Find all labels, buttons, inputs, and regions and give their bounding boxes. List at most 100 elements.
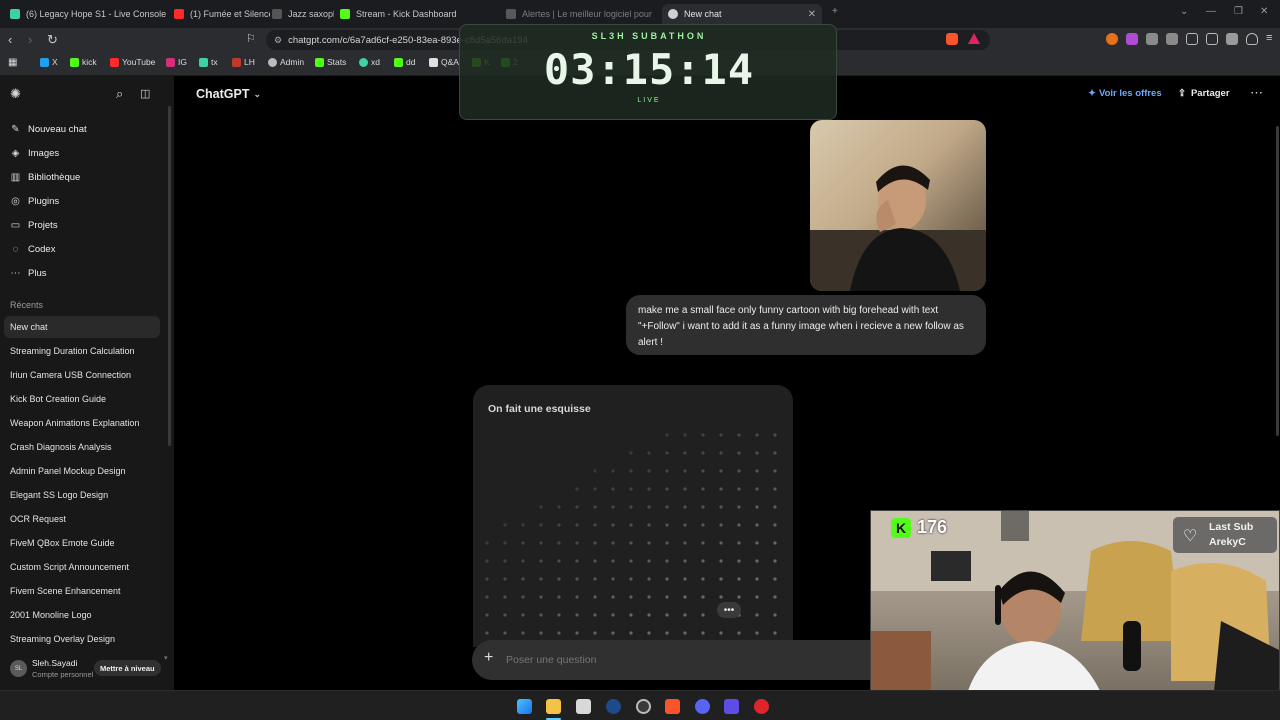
bookmark-ig[interactable]: IG	[166, 57, 187, 67]
nav-plugins[interactable]: ◎ Plugins	[10, 190, 160, 212]
sidebar-toggle-icon[interactable]	[1186, 33, 1198, 45]
share-button[interactable]: ⇪ Partager	[1178, 88, 1230, 99]
forward-icon[interactable]: ›	[28, 32, 32, 47]
user-profile-row[interactable]: SL Sleh.Sayadi Compte personnel Mettre à…	[0, 656, 174, 686]
recent-chat-item[interactable]: Elegant SS Logo Design	[4, 484, 160, 506]
loading-dot	[647, 541, 651, 545]
recent-chat-item[interactable]: Streaming Duration Calculation	[4, 340, 160, 362]
recent-chat-item[interactable]: Streaming Overlay Design	[4, 628, 160, 650]
bookmark-icon[interactable]: ⚐	[246, 32, 256, 45]
brave-rewards-icon[interactable]	[968, 33, 980, 44]
add-attachment-icon[interactable]: +	[484, 649, 493, 667]
recent-chat-item[interactable]: New chat	[4, 316, 160, 338]
discord-icon[interactable]	[695, 699, 710, 714]
kick-icon	[340, 9, 350, 19]
tab-label: (6) Legacy Hope S1 - Live Console	[26, 9, 167, 19]
loading-dot	[719, 577, 723, 581]
bookmark-lh[interactable]: LH	[232, 57, 255, 67]
bookmark-qa[interactable]: Q&A	[429, 57, 459, 67]
extension-icon[interactable]	[1126, 33, 1138, 45]
model-selector[interactable]: ChatGPT ⌄	[196, 87, 261, 101]
recent-chat-item[interactable]: Admin Panel Mockup Design	[4, 460, 160, 482]
nav-images[interactable]: ◈ Images	[10, 142, 160, 164]
brave-icon[interactable]	[665, 699, 680, 714]
bookmark-xd[interactable]: xd	[359, 57, 380, 67]
loading-dot	[575, 595, 579, 599]
recent-chat-item[interactable]: 2001 Monoline Logo	[4, 604, 160, 626]
main-scrollbar[interactable]	[1276, 126, 1279, 436]
user-plan: Compte personnel	[32, 670, 94, 679]
bookmark-youtube[interactable]: YouTube	[110, 57, 155, 67]
vpn-icon[interactable]	[1246, 33, 1258, 45]
openai-logo-icon[interactable]: ✺	[10, 86, 21, 102]
minimize-icon[interactable]: —	[1206, 6, 1216, 17]
nav-codex[interactable]: ◌ Codex	[10, 238, 160, 260]
recent-chat-item[interactable]: OCR Request	[4, 508, 160, 530]
windows-icon[interactable]	[517, 699, 532, 714]
tab-kick-dashboard[interactable]: Stream - Kick Dashboard	[340, 4, 490, 24]
bookmark-tx[interactable]: tx	[199, 57, 218, 67]
sidebar-toggle-icon[interactable]: ◫	[140, 87, 150, 100]
tab-legacy-hope[interactable]: (6) Legacy Hope S1 - Live Console	[10, 4, 170, 24]
bookmark-kick[interactable]: kick	[70, 57, 97, 67]
leo-icon[interactable]	[1226, 33, 1238, 45]
more-options-icon[interactable]: ⋯	[1250, 85, 1263, 101]
app-icon[interactable]	[576, 699, 591, 714]
composer[interactable]: +	[472, 640, 892, 680]
tab-youtube[interactable]: (1) Fumée et Silence	[174, 4, 270, 24]
new-tab-icon[interactable]: +	[832, 6, 838, 17]
apps-grid-icon[interactable]: ▦	[8, 57, 17, 68]
nav-bibliotheque[interactable]: ▥ Bibliothèque	[10, 166, 160, 188]
loading-dot	[485, 541, 489, 545]
obs-icon[interactable]	[636, 699, 651, 714]
close-tab-icon[interactable]: ✕	[808, 9, 816, 20]
recent-chat-item[interactable]: Fivem Scene Enhancement	[4, 580, 160, 602]
nav-projets[interactable]: ▭ Projets	[10, 214, 160, 236]
recent-chat-item[interactable]: FiveM QBox Emote Guide	[4, 532, 160, 554]
bookmark-admin[interactable]: Admin	[268, 57, 304, 67]
search-icon[interactable]: ⌕	[116, 86, 123, 102]
loading-dot	[539, 577, 543, 581]
maximize-icon[interactable]: ❐	[1234, 6, 1243, 17]
puzzle-icon[interactable]	[1146, 33, 1158, 45]
loading-dot	[575, 523, 579, 527]
wallet-icon[interactable]	[1206, 33, 1218, 45]
loading-dot	[629, 541, 633, 545]
extension-icon[interactable]	[1166, 33, 1178, 45]
bookmark-dd[interactable]: dd	[394, 57, 415, 67]
vs-icon[interactable]	[724, 699, 739, 714]
upgrade-button[interactable]: Mettre à niveau	[94, 660, 161, 676]
prompt-input[interactable]	[506, 650, 866, 670]
loading-dot	[683, 631, 687, 635]
recent-chat-item[interactable]: Crash Diagnosis Analysis	[4, 436, 160, 458]
steam-icon[interactable]	[606, 699, 621, 714]
close-window-icon[interactable]: ✕	[1260, 6, 1268, 17]
recent-chat-item[interactable]: Kick Bot Creation Guide	[4, 388, 160, 410]
chevron-down-icon[interactable]: ⌄	[1180, 6, 1188, 17]
tab-alertes[interactable]: Alertes | Le meilleur logiciel pour la	[506, 4, 654, 24]
file-explorer-icon[interactable]	[546, 699, 561, 714]
bookmark-x[interactable]: X	[40, 57, 58, 67]
bookmark-label: tx	[211, 57, 218, 67]
back-icon[interactable]: ‹	[8, 32, 12, 47]
reload-icon[interactable]: ↻	[47, 32, 58, 48]
menu-icon[interactable]: ≡	[1266, 32, 1272, 44]
uploaded-photo[interactable]	[810, 120, 986, 291]
folder-icon: ▭	[10, 219, 21, 231]
brave-shield-icon[interactable]	[946, 33, 958, 45]
offers-button[interactable]: ✦ Voir les offres	[1088, 88, 1162, 99]
site-info-icon[interactable]: ⚙	[274, 35, 282, 46]
extension-icon[interactable]	[1106, 33, 1118, 45]
sidebar-scrollbar[interactable]	[168, 106, 171, 446]
loading-dot	[719, 559, 723, 563]
bookmark-stats[interactable]: Stats	[315, 57, 346, 67]
app-red-icon[interactable]	[754, 699, 769, 714]
nav-plus[interactable]: ⋯ Plus	[10, 262, 160, 284]
recent-chat-item[interactable]: Iriun Camera USB Connection	[4, 364, 160, 386]
recent-chat-item[interactable]: Custom Script Announcement	[4, 556, 160, 578]
tab-new-chat[interactable]: New chat ✕	[662, 4, 822, 24]
recent-chat-item[interactable]: Weapon Animations Explanation	[4, 412, 160, 434]
tab-jazz[interactable]: Jazz saxoph	[272, 4, 334, 24]
nav-nouveau-chat[interactable]: ✎ Nouveau chat	[10, 118, 160, 140]
heart-icon: ♡	[1183, 528, 1198, 545]
